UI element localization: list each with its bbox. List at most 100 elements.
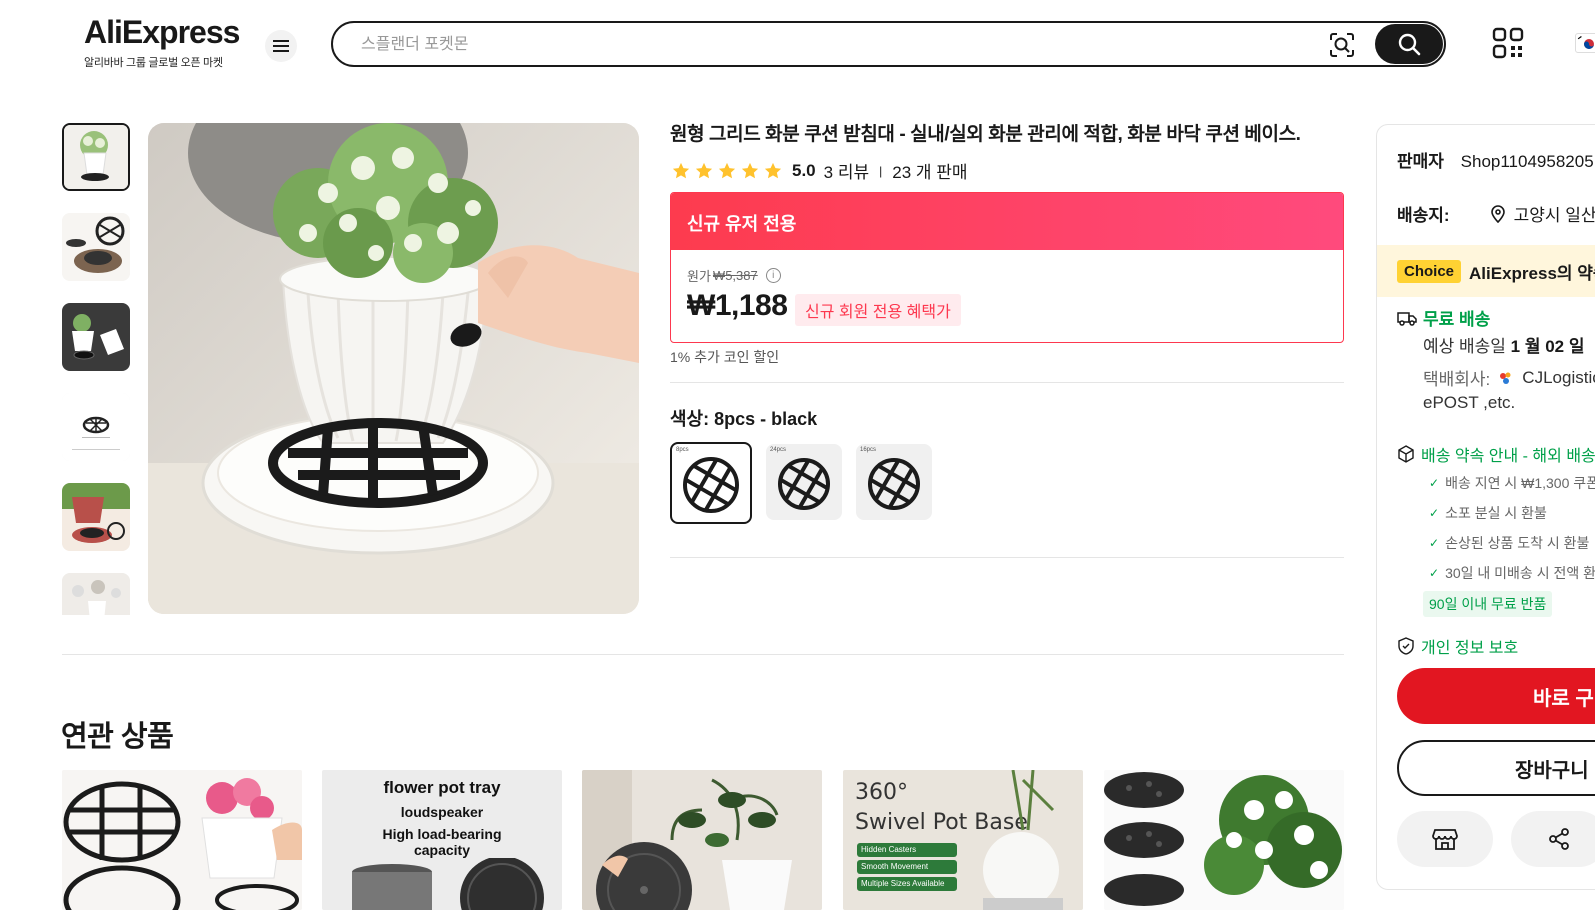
- search-button[interactable]: [1375, 24, 1443, 64]
- swatch-tag: 16pcs: [860, 447, 877, 453]
- info-icon[interactable]: i: [765, 268, 781, 283]
- privacy-protection-row[interactable]: 개인 정보 보호: [1397, 634, 1518, 658]
- feature-tag: Multiple Sizes Available: [857, 877, 957, 891]
- ship-to-location[interactable]: 고양시 일산: [1514, 201, 1595, 226]
- coin-discount-text: 1% 추가 코인 할인: [670, 349, 780, 365]
- star-rating: [672, 162, 782, 180]
- free-shipping-label: 무료 배송: [1423, 310, 1491, 329]
- privacy-text: 개인 정보 보호: [1421, 640, 1519, 657]
- thumbnail-list: [62, 123, 130, 615]
- divider: [62, 654, 1344, 655]
- main-product-image[interactable]: [148, 123, 639, 614]
- check-icon: ✓: [1429, 476, 1440, 490]
- swatch-tag: 24pcs: [770, 447, 787, 453]
- star-icon: [764, 162, 782, 178]
- swatch-24pcs-black[interactable]: 24pcs: [766, 444, 842, 520]
- card-headline: 360°: [855, 780, 908, 805]
- thumbnail-1[interactable]: [62, 123, 130, 191]
- new-member-price-badge: 신규 회원 전용 혜택가: [795, 294, 961, 326]
- related-product-4[interactable]: 360° Swivel Pot Base Hidden Casters Smoo…: [843, 770, 1083, 910]
- image-search-icon[interactable]: [1329, 32, 1355, 58]
- sold-count: 23 개 판매: [892, 163, 968, 182]
- free-return-badge: 90일 이내 무료 반품: [1423, 591, 1553, 617]
- card-subline: capacity: [413, 842, 471, 858]
- swatch-tag: 8pcs: [676, 447, 689, 453]
- sale-price: ₩1,188: [687, 289, 788, 322]
- thumbnail-6[interactable]: [62, 573, 130, 615]
- thumbnail-4[interactable]: [62, 393, 130, 461]
- promise-text: 배송 지연 시 ₩1,300 쿠폰: [1445, 475, 1595, 491]
- related-products-heading: 연관 상품: [61, 721, 174, 753]
- search-bar: [331, 21, 1446, 67]
- product-title: 원형 그리드 화분 쿠션 받침대 - 실내/실외 화분 관리에 적합, 화분 바…: [670, 124, 1301, 145]
- cj-logistics-logo-icon: [1500, 372, 1511, 384]
- ship-to-label: 배송지:: [1397, 206, 1450, 225]
- delivery-date: 1 월 02 일: [1510, 337, 1585, 356]
- store-button[interactable]: [1397, 811, 1493, 867]
- swatch-8pcs-black[interactable]: 8pcs: [670, 442, 752, 524]
- hamburger-icon: [273, 40, 289, 52]
- choice-banner: Choice AliExpress의 약속: [1377, 245, 1595, 297]
- related-product-5[interactable]: [1104, 770, 1344, 910]
- original-price-label: 원가: [687, 269, 711, 284]
- carrier-label: 택배회사:: [1423, 370, 1491, 389]
- free-shipping-row: 무료 배송: [1397, 305, 1490, 330]
- rating-separator: |: [879, 163, 883, 178]
- add-to-cart-button[interactable]: 장바구니 담기: [1397, 740, 1595, 796]
- feature-tag: Smooth Movement: [857, 860, 957, 874]
- divider: [670, 557, 1344, 558]
- star-icon: [672, 162, 690, 178]
- color-swatches: 8pcs 24pcs 16pcs: [670, 442, 932, 524]
- promise-text: 30일 내 미배송 시 전액 환불: [1445, 565, 1595, 581]
- search-input[interactable]: [361, 33, 1261, 57]
- qr-code-icon[interactable]: [1492, 27, 1524, 59]
- review-count-link[interactable]: 3 리뷰: [824, 158, 869, 183]
- ship-to-row: 배송지: 고양시 일산: [1397, 201, 1595, 226]
- card-subline: High load-bearing: [382, 826, 502, 842]
- delivery-promise-title[interactable]: 배송 약속 안내 - 해외 배송: [1397, 442, 1595, 466]
- buy-now-button[interactable]: 바로 구매: [1397, 668, 1595, 724]
- thumbnail-3[interactable]: [62, 303, 130, 371]
- korea-flag-icon[interactable]: [1575, 33, 1595, 53]
- location-pin-icon: [1490, 204, 1505, 223]
- store-icon: [1432, 829, 1458, 850]
- choice-promise-text: AliExpress의 약속: [1469, 263, 1595, 283]
- delivery-estimate: 예상 배송일 1 월 02 일: [1423, 332, 1585, 357]
- related-product-1[interactable]: [62, 770, 302, 910]
- rating-row: 5.0 3 리뷰 | 23 개 판매: [672, 158, 968, 183]
- shield-check-icon: [1398, 637, 1414, 655]
- logo-text: AliExpress: [84, 14, 240, 50]
- check-icon: ✓: [1429, 506, 1440, 520]
- original-price-row: 원가 ₩5,387 i: [687, 266, 781, 285]
- swatch-16pcs-black[interactable]: 16pcs: [856, 444, 932, 520]
- seller-name-link[interactable]: Shop1104958205: [1461, 152, 1594, 171]
- seller-label: 판매자: [1397, 152, 1444, 171]
- check-icon: ✓: [1429, 566, 1440, 580]
- promise-item: ✓ 배송 지연 시 ₩1,300 쿠폰: [1429, 473, 1595, 493]
- aliexpress-logo[interactable]: AliExpress 알리바바 그룹 글로벌 오픈 마켓: [84, 16, 244, 70]
- card-headline: flower pot tray: [383, 778, 501, 797]
- feature-tag: Hidden Casters: [857, 843, 957, 857]
- related-product-3[interactable]: [582, 770, 822, 910]
- color-label: 색상: 8pcs - black: [670, 409, 818, 429]
- star-icon: [741, 162, 759, 178]
- share-icon: [1549, 828, 1569, 850]
- promise-text: 소포 분실 시 환불: [1445, 505, 1547, 521]
- thumbnail-2[interactable]: [62, 213, 130, 281]
- new-user-banner: 신규 유저 전용: [671, 193, 1343, 250]
- search-icon: [1398, 33, 1421, 56]
- menu-button[interactable]: [265, 30, 297, 62]
- box-icon: [1398, 445, 1414, 463]
- promise-item: ✓ 손상된 상품 도착 시 환불: [1429, 533, 1589, 553]
- promise-text: 손상된 상품 도착 시 환불: [1445, 535, 1590, 551]
- divider: [670, 382, 1344, 383]
- share-button[interactable]: [1511, 811, 1595, 867]
- check-icon: ✓: [1429, 536, 1440, 550]
- logo-tagline: 알리바바 그룹 글로벌 오픈 마켓: [84, 57, 223, 69]
- thumbnail-5[interactable]: [62, 483, 130, 551]
- delivery-prefix: 예상 배송일: [1423, 337, 1506, 356]
- carrier-more: ePOST ,etc.: [1423, 393, 1516, 412]
- star-icon: [695, 162, 713, 178]
- related-product-2[interactable]: flower pot tray loudspeaker High load-be…: [322, 770, 562, 910]
- promise-item: ✓ 소포 분실 시 환불: [1429, 503, 1547, 523]
